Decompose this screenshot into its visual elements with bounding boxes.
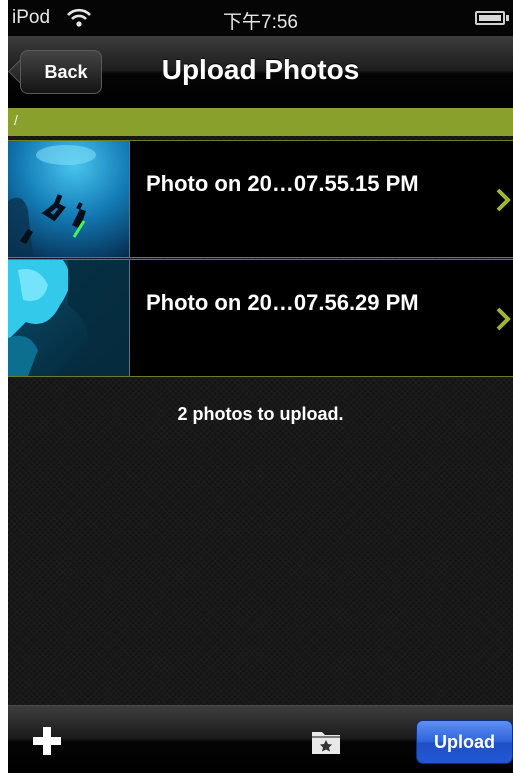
photo-thumbnail: [8, 260, 130, 376]
navigation-bar: Back Upload Photos: [8, 36, 513, 109]
chevron-right-icon: [496, 307, 511, 331]
path-bar: /: [8, 108, 513, 136]
photo-row[interactable]: Photo on 20…07.56.29 PM: [8, 259, 513, 377]
battery-icon: [475, 11, 505, 25]
photo-list: Photo on 20…07.55.15 PM Photo on 20…07.5…: [8, 136, 513, 705]
photos-count-text: 2 photos to upload.: [177, 404, 344, 424]
photo-label: Photo on 20…07.55.15 PM: [146, 171, 419, 196]
status-time: 下午7:56: [223, 12, 298, 33]
battery-tip: [506, 15, 509, 21]
plus-icon[interactable]: [30, 724, 64, 758]
path-label: /: [14, 112, 18, 128]
status-bar: iPod 下午7:56: [8, 0, 513, 36]
folder-icon[interactable]: [308, 724, 344, 758]
photo-row[interactable]: Photo on 20…07.55.15 PM: [8, 140, 513, 258]
bottom-toolbar: Upload: [8, 705, 513, 773]
page-title: Upload Photos: [161, 54, 360, 85]
device-screen: iPod 下午7:56 Back Upload Photos / Photo o…: [8, 0, 513, 773]
photo-thumbnail: [8, 141, 130, 257]
upload-button[interactable]: Upload: [416, 720, 513, 764]
photo-label: Photo on 20…07.56.29 PM: [146, 290, 419, 315]
chevron-right-icon: [496, 188, 511, 212]
